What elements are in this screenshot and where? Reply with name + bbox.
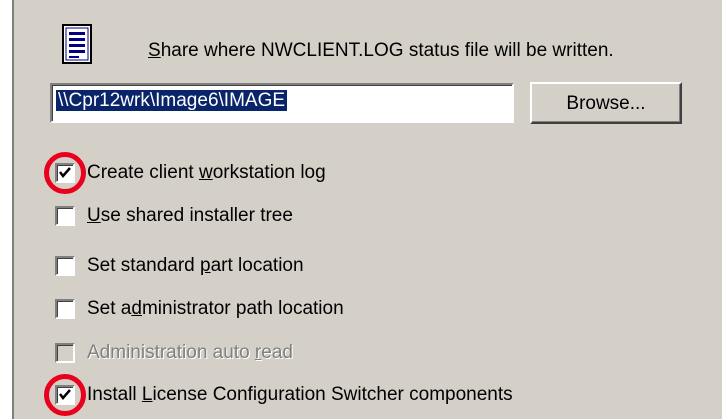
- log-path-input[interactable]: \\Cpr12wrk\Image6\IMAGE: [50, 83, 514, 123]
- annotation-circle-workstation-log: [44, 152, 86, 194]
- checkbox-box: [55, 343, 75, 363]
- install-license-switcher-checkbox[interactable]: Install License Configuration Switcher c…: [55, 382, 513, 408]
- use-shared-installer-tree-checkbox[interactable]: Use shared installer tree: [55, 203, 293, 229]
- browse-button[interactable]: Browse...: [530, 82, 682, 124]
- option-label: Create client workstation log: [87, 162, 326, 183]
- set-administrator-path-location-checkbox[interactable]: Set administrator path location: [55, 296, 344, 322]
- option-label: Set administrator path location: [87, 298, 344, 319]
- option-label: Set standard part location: [87, 255, 304, 276]
- option-label: Use shared installer tree: [87, 205, 293, 226]
- create-workstation-log-checkbox[interactable]: Create client workstation log: [55, 160, 326, 186]
- document-icon: [62, 24, 92, 64]
- checkbox-box[interactable]: [55, 256, 75, 276]
- status-file-description: Share where NWCLIENT.LOG status file wil…: [148, 40, 614, 61]
- administration-auto-read-checkbox: Administration auto read: [55, 340, 293, 366]
- option-label: Install License Configuration Switcher c…: [87, 384, 513, 405]
- selected-path-text: \\Cpr12wrk\Image6\IMAGE: [56, 90, 288, 111]
- annotation-circle-license-switcher: [44, 374, 86, 416]
- set-standard-part-location-checkbox[interactable]: Set standard part location: [55, 253, 304, 279]
- option-label: Administration auto read: [87, 342, 293, 363]
- checkbox-box[interactable]: [55, 299, 75, 319]
- checkbox-box[interactable]: [55, 206, 75, 226]
